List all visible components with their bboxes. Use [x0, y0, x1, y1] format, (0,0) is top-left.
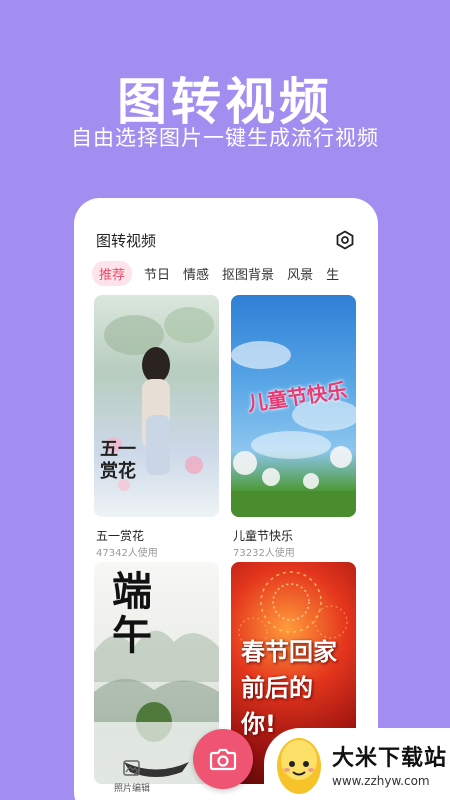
tab-emotion[interactable]: 情感 — [183, 261, 209, 286]
phone-screen: 图转视频 推荐 节日 情感 抠图背景 风景 生 五一 赏花 五一赏花 47342人 — [74, 198, 378, 800]
camera-button[interactable] — [193, 729, 253, 789]
watermark-title: 大米下载站 — [332, 746, 448, 771]
card-overlay-text: 五一 赏花 — [100, 439, 136, 482]
card-overlay-text: 春节回家 前后的 你! — [241, 638, 337, 738]
hero-subtitle: 自由选择图片一键生成流行视频 — [71, 126, 379, 150]
tab-cutout-background[interactable]: 抠图背景 — [222, 261, 274, 286]
nav-photo-edit[interactable]: 照片编辑 — [114, 758, 150, 794]
app-header: 图转视频 — [96, 226, 356, 254]
category-tabs: 推荐 节日 情感 抠图背景 风景 生 — [92, 261, 378, 286]
settings-icon[interactable] — [334, 229, 356, 251]
template-usage: 47342人使用 — [96, 548, 158, 559]
app-title: 图转视频 — [96, 231, 157, 250]
photo-edit-icon — [123, 760, 141, 776]
rice-mascot-logo — [277, 738, 321, 794]
watermark-url: www.zzhyw.com — [332, 774, 430, 788]
tab-life[interactable]: 生 — [326, 261, 339, 286]
tab-recommend[interactable]: 推荐 — [92, 261, 133, 286]
template-name: 儿童节快乐 — [233, 529, 294, 543]
watermark-badge: 大米下载站 www.zzhyw.com — [264, 728, 450, 800]
template-card-childrens-day[interactable]: 儿童节快乐 — [231, 295, 356, 517]
template-usage: 73232人使用 — [233, 548, 295, 559]
template-card-may-day[interactable]: 五一 赏花 — [94, 295, 219, 517]
card-overlay-text: 端午 — [112, 568, 152, 659]
tab-scenery[interactable]: 风景 — [287, 261, 313, 286]
camera-icon — [209, 748, 237, 771]
tab-festival[interactable]: 节日 — [144, 261, 170, 286]
template-name: 五一赏花 — [96, 529, 145, 543]
photo-edit-label: 照片编辑 — [114, 784, 151, 794]
